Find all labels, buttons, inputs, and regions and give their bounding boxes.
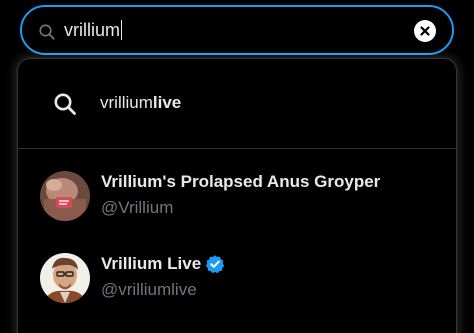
account-result[interactable]: Vrillium Live @vrilliumlive <box>18 236 456 316</box>
search-results-dropdown: vrilliumlive Vrillium's Prolapsed Anus G… <box>18 59 456 333</box>
search-input[interactable]: vrillium <box>20 5 454 55</box>
verified-badge-icon <box>205 255 225 274</box>
account-handle: @Vrillium <box>101 198 174 217</box>
text-caret <box>121 20 122 40</box>
query-suggestion[interactable]: vrilliumlive <box>18 59 456 147</box>
search-icon <box>39 24 55 40</box>
search-overlay: vrillium vrilliumlive Vrillium's Prolaps… <box>0 0 474 333</box>
account-name: Vrillium Live <box>101 253 225 275</box>
search-icon <box>54 93 76 115</box>
account-result[interactable]: Vrillium's Prolapsed Anus Groyper @Vrill… <box>18 154 456 234</box>
account-handle: @vrilliumlive <box>101 280 197 299</box>
close-icon <box>420 26 430 36</box>
account-name: Vrillium's Prolapsed Anus Groyper <box>101 172 381 191</box>
avatar <box>40 171 90 221</box>
divider <box>18 148 456 149</box>
clear-search-button[interactable] <box>414 20 436 42</box>
suggestion-text: vrilliumlive <box>100 93 182 112</box>
avatar <box>40 253 90 303</box>
search-query-text[interactable]: vrillium <box>64 19 122 41</box>
